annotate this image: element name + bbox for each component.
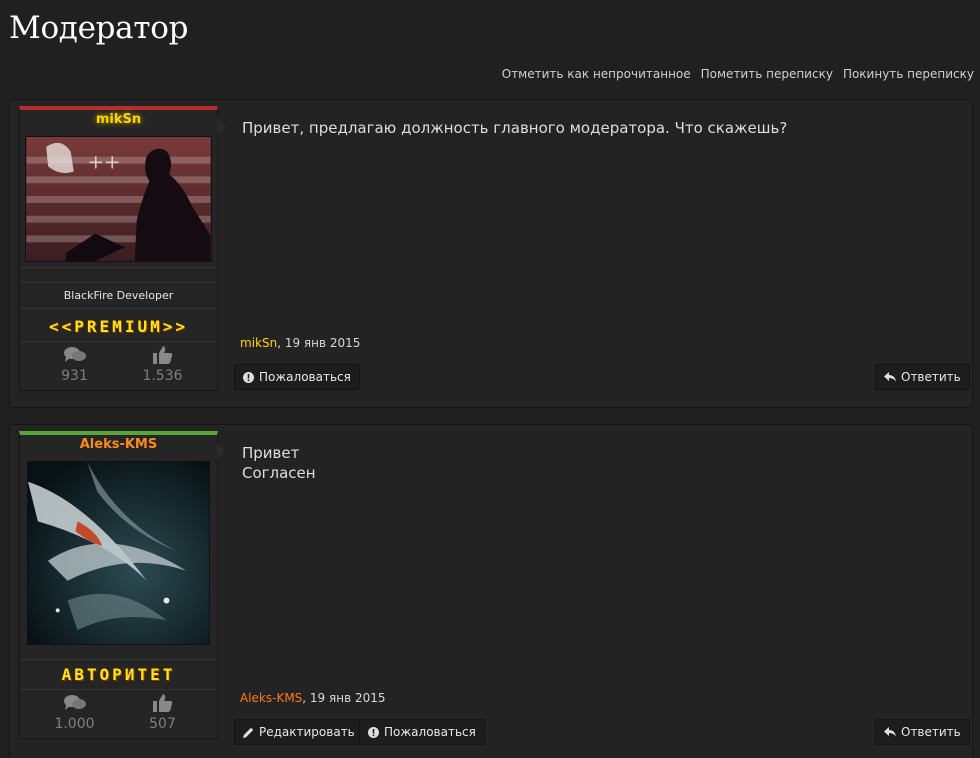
message-post: Aleks-KMS АВТОРИТЕТ 1.000 507 Привет Сог… [9,424,973,758]
user-title: BlackFire Developer [20,282,217,309]
reply-button[interactable]: Ответить [875,719,970,745]
speech-bubbles-icon [63,695,86,710]
exclamation-icon [243,371,254,383]
likes-stat: 1.536 [133,346,193,384]
user-info-panel: mikSn ++ BlackFire Developer <<PREMIUM>> [19,106,226,391]
report-label: Пожаловаться [259,370,351,384]
likes-stat: 507 [133,694,193,732]
reply-button[interactable]: Ответить [875,364,970,390]
exclamation-icon [368,726,379,738]
message-body: Привет, предлагаю должность главного мод… [242,118,787,138]
post-date[interactable]: , 19 янв 2015 [302,691,385,705]
message-body: Привет Согласен [242,443,316,483]
report-label: Пожаловаться [384,725,476,739]
avatar[interactable] [27,461,210,645]
messages-stat: 1.000 [45,694,105,732]
post-author-link[interactable]: mikSn [240,336,277,350]
thumbs-up-icon [152,346,172,364]
messages-count: 1.000 [54,716,95,732]
edit-label: Редактировать [259,725,355,739]
user-badge: <<PREMIUM>> [20,312,217,342]
mark-conversation-link[interactable]: Пометить переписку [701,67,833,81]
message-line: Привет, предлагаю должность главного мод… [242,119,788,137]
avatar[interactable]: ++ [25,136,212,262]
post-date[interactable]: , 19 янв 2015 [277,336,360,350]
user-stats: 931 1.536 [20,342,217,390]
user-stats: 1.000 507 [20,690,217,738]
message-line: Согласен [242,464,316,482]
pencil-icon [243,727,254,738]
likes-count: 1.536 [142,368,183,384]
report-button[interactable]: Пожаловаться [359,719,485,745]
svg-text:++: ++ [88,150,121,173]
messages-stat: 931 [45,346,105,384]
message-line: Привет [242,444,300,462]
reply-icon [884,372,896,382]
user-badge: АВТОРИТЕТ [20,660,217,690]
post-author-link[interactable]: Aleks-KMS [240,691,302,705]
leave-conversation-link[interactable]: Покинуть переписку [843,67,974,81]
page-title: Модератор [9,10,189,46]
reply-label: Ответить [901,370,961,384]
thumbs-up-icon [152,694,172,712]
message-post: mikSn ++ BlackFire Developer <<PREMIUM>> [9,99,973,408]
post-meta: mikSn, 19 янв 2015 [240,336,360,350]
post-author-username[interactable]: mikSn [20,110,217,134]
report-button[interactable]: Пожаловаться [234,364,360,390]
likes-count: 507 [149,716,176,732]
mark-unread-link[interactable]: Отметить как непрочитанное [502,67,691,81]
conversation-actions: Отметить как непрочитанное Пометить пере… [502,67,974,81]
messages-count: 931 [61,368,88,384]
reply-icon [884,727,896,737]
reply-label: Ответить [901,725,961,739]
edit-button[interactable]: Редактировать [234,719,364,745]
post-meta: Aleks-KMS, 19 янв 2015 [240,691,386,705]
user-info-panel: Aleks-KMS АВТОРИТЕТ 1.000 507 [19,431,226,739]
speech-bubbles-icon [63,347,86,362]
post-author-username[interactable]: Aleks-KMS [20,435,217,459]
